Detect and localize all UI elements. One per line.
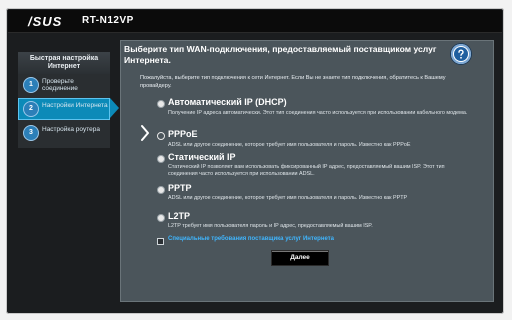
option-pptp-title: PPTP	[168, 183, 192, 193]
next-button[interactable]: Далее	[271, 250, 329, 266]
radio-dhcp[interactable]	[157, 100, 165, 108]
page-title: Выберите тип WAN-подключения, предоставл…	[124, 44, 437, 65]
option-static-ip-desc: Статический IP позволяет вам использоват…	[168, 164, 445, 177]
step-2-icon: 2	[23, 101, 39, 117]
radio-pppoe[interactable]	[157, 132, 165, 140]
radio-static-ip[interactable]	[157, 155, 165, 163]
option-l2tp-title: L2TP	[168, 211, 191, 221]
option-pppoe-desc: ADSL или другое соединение, которое треб…	[168, 142, 411, 148]
radio-pptp[interactable]	[157, 186, 165, 194]
page-description: Пожалуйста, выберите тип подключения к с…	[140, 75, 446, 89]
chevron-right-icon	[141, 125, 149, 141]
step-3-icon: 3	[23, 125, 39, 141]
option-pptp-desc: ADSL или другое соединение, которое треб…	[168, 195, 408, 201]
active-step-arrow	[110, 98, 119, 118]
sidebar-item-router-settings[interactable]: 3 Настройка роутера	[18, 122, 110, 144]
step-1-icon: 1	[23, 77, 39, 93]
help-question-icon	[454, 47, 468, 61]
sidebar-item-internet-settings[interactable]: 2 Настройки Интернета	[18, 98, 110, 120]
option-dhcp-title: Автоматический IP (DHCP)	[168, 97, 287, 107]
help-button[interactable]	[451, 44, 471, 64]
sidebar-title: Быстрая настройка Интернет	[18, 52, 110, 74]
option-dhcp-desc: Получение IP адреса автоматически. Этот …	[168, 110, 468, 116]
option-pppoe-title: PPPoE	[168, 129, 198, 139]
sidebar-item-label: Настройка роутера	[42, 126, 100, 133]
asus-logo: /SUS	[28, 14, 63, 29]
option-static-ip-title: Статический IP	[168, 152, 236, 162]
sidebar-item-label: Проверьте соединение	[42, 78, 78, 92]
radio-l2tp[interactable]	[157, 214, 165, 222]
special-requirements-checkbox[interactable]	[157, 238, 164, 245]
special-requirements-link[interactable]: Специальные требования поставщика услуг …	[168, 236, 334, 242]
sidebar-item-label: Настройки Интернета	[42, 102, 108, 109]
sidebar-item-check-connection[interactable]: 1 Проверьте соединение	[18, 74, 110, 96]
router-model: RT-N12VP	[82, 15, 134, 26]
option-l2tp-desc: L2TP требует имя пользователя пароль и I…	[168, 223, 373, 229]
